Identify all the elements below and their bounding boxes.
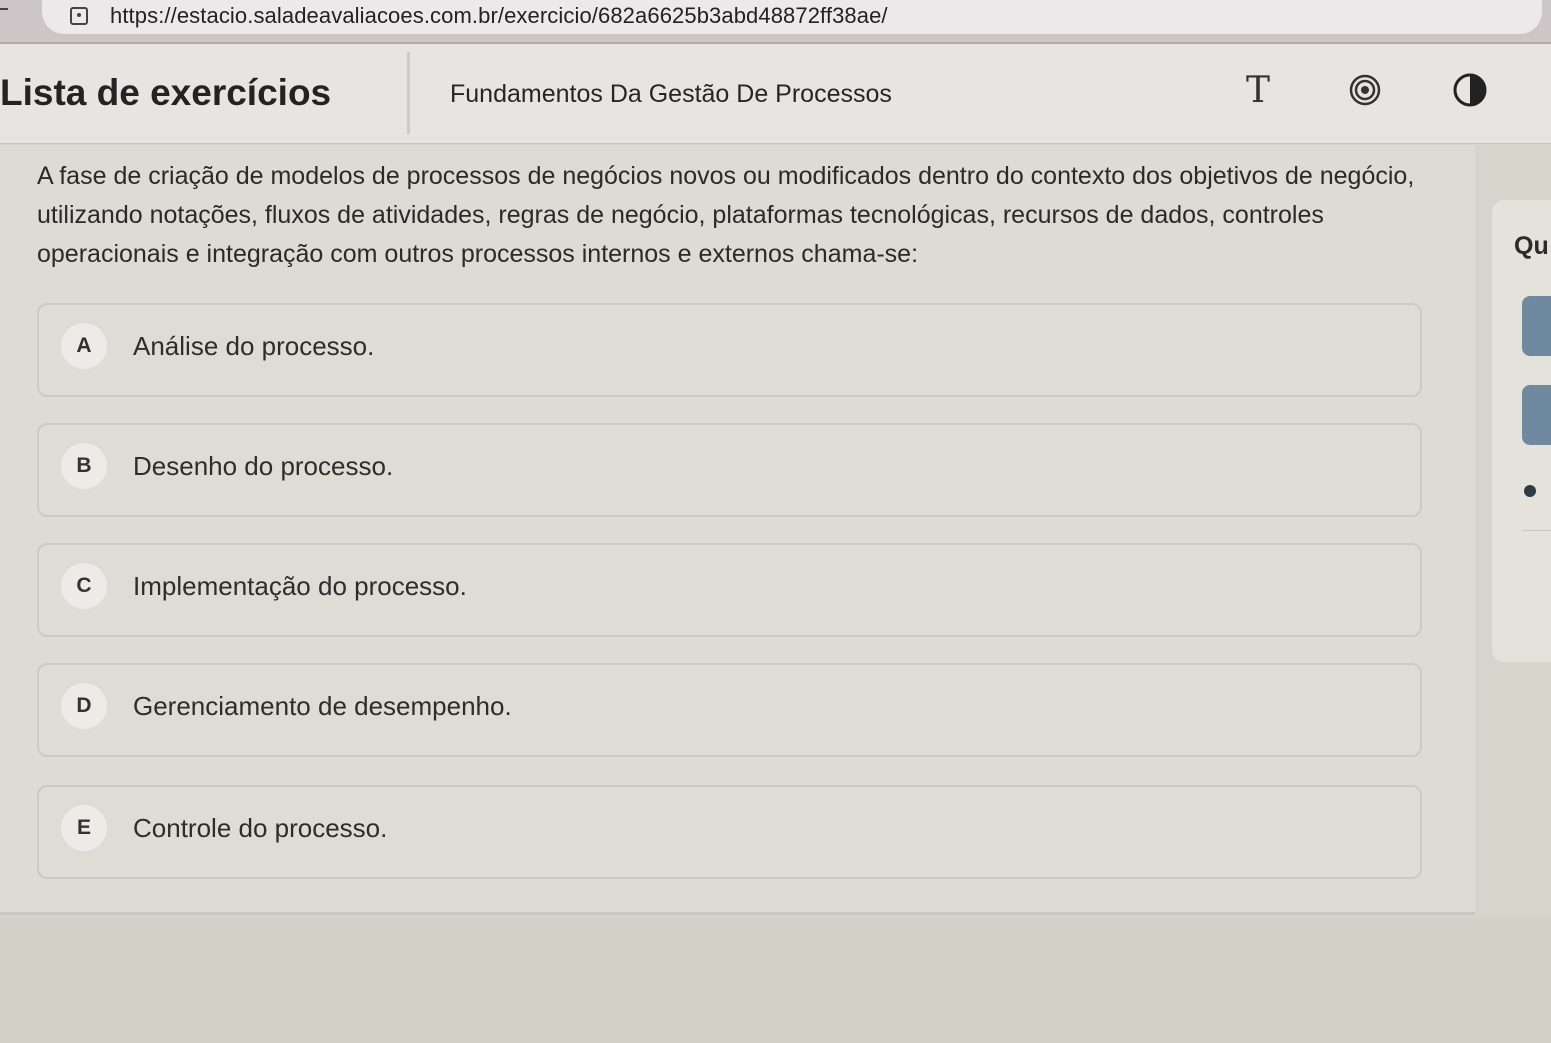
option-e[interactable]: E Controle do processo. xyxy=(37,785,1422,879)
target-icon[interactable] xyxy=(1345,70,1385,110)
option-text: Desenho do processo. xyxy=(133,450,394,481)
question-nav-panel: Qu xyxy=(1492,200,1551,662)
option-a[interactable]: A Análise do processo. xyxy=(37,303,1422,397)
option-text: Gerenciamento de desempenho. xyxy=(133,690,512,721)
option-letter-badge: D xyxy=(61,683,107,729)
site-info-icon[interactable] xyxy=(70,7,88,25)
option-letter: C xyxy=(76,574,92,597)
contrast-icon[interactable] xyxy=(1450,70,1490,110)
option-letter: D xyxy=(76,694,92,717)
option-text: Controle do processo. xyxy=(133,812,388,843)
option-letter: A xyxy=(76,334,92,357)
option-letter-badge: A xyxy=(61,323,107,369)
option-letter-badge: B xyxy=(61,443,107,489)
address-bar[interactable]: https://estacio.saladeavaliacoes.com.br/… xyxy=(42,0,1542,34)
header-divider xyxy=(407,52,410,134)
option-letter: E xyxy=(76,816,91,839)
text-size-icon[interactable]: T xyxy=(1238,70,1278,111)
page-footer-area xyxy=(0,918,1551,1043)
option-text: Implementação do processo. xyxy=(133,570,467,601)
app-header: Lista de exercícios Fundamentos Da Gestã… xyxy=(0,44,1551,144)
option-letter-badge: E xyxy=(61,805,107,851)
browser-bar: https://estacio.saladeavaliacoes.com.br/… xyxy=(0,0,1551,44)
divider xyxy=(1522,530,1551,531)
course-name: Fundamentos Da Gestão De Processos xyxy=(450,80,892,108)
option-text: Análise do processo. xyxy=(133,330,375,361)
status-dot-icon xyxy=(1524,485,1536,497)
url-text[interactable]: https://estacio.saladeavaliacoes.com.br/… xyxy=(110,3,888,29)
side-panel-label: Qu xyxy=(1514,232,1549,260)
option-b[interactable]: B Desenho do processo. xyxy=(37,423,1422,517)
option-d[interactable]: D Gerenciamento de desempenho. xyxy=(37,663,1422,757)
question-text: A fase de criação de modelos de processo… xyxy=(37,162,1415,268)
option-c[interactable]: C Implementação do processo. xyxy=(37,543,1422,637)
question-card: A fase de criação de modelos de processo… xyxy=(0,145,1475,915)
option-letter: B xyxy=(76,454,92,477)
page-title: Lista de exercícios xyxy=(0,72,332,113)
tab-edge xyxy=(0,8,8,18)
option-letter-badge: C xyxy=(61,563,107,609)
nav-button-2[interactable] xyxy=(1522,385,1551,445)
nav-button-1[interactable] xyxy=(1522,296,1551,356)
